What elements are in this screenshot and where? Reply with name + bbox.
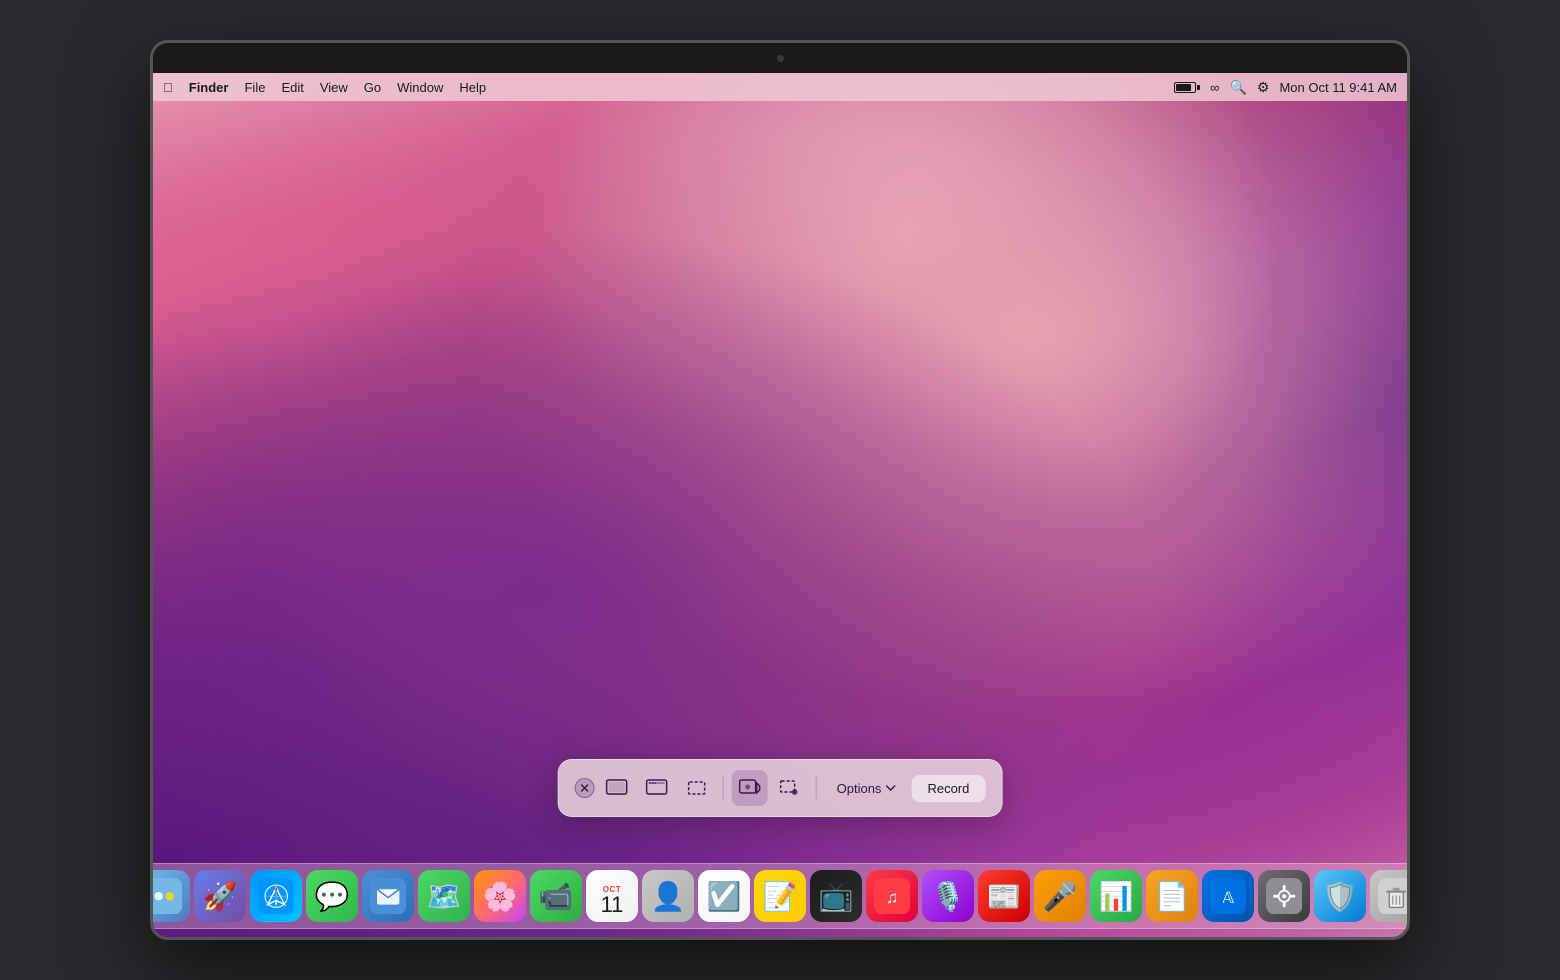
dock-icon-launchpad[interactable]: 🚀 <box>194 870 246 922</box>
dock-icon-system-preferences[interactable] <box>1258 870 1310 922</box>
svg-text:𝔸: 𝔸 <box>1222 890 1233 907</box>
svg-text:♫: ♫ <box>886 888 899 907</box>
datetime-display: Mon Oct 11 9:41 AM <box>1279 80 1397 95</box>
dock-icon-maps[interactable]: 🗺️ <box>418 870 470 922</box>
dock-icon-notes[interactable]: 📝 <box>754 870 806 922</box>
dock-icon-facetime[interactable]: 📹 <box>530 870 582 922</box>
dock-icon-finder[interactable] <box>153 870 190 922</box>
dock-icon-keynote[interactable]: 🎤 <box>1034 870 1086 922</box>
go-menu[interactable]: Go <box>364 80 381 95</box>
mac-frame:  Finder File Edit View Go Window Help ∞… <box>150 40 1410 940</box>
screenshot-toolbar: Options Record <box>558 759 1003 817</box>
dock-icon-reminders[interactable]: ☑️ <box>698 870 750 922</box>
dock-icon-photos[interactable]: 🌸 <box>474 870 526 922</box>
dock-icon-adguard[interactable]: 🛡️ <box>1314 870 1366 922</box>
dock-icon-numbers[interactable]: 📊 <box>1090 870 1142 922</box>
camera <box>777 55 784 62</box>
dock-icon-news[interactable]: 📰 <box>978 870 1030 922</box>
dock-icon-calendar[interactable]: OCT 11 <box>586 870 638 922</box>
wifi-icon: ∞ <box>1210 80 1219 95</box>
battery-indicator <box>1174 82 1200 93</box>
options-button[interactable]: Options <box>825 775 908 802</box>
record-fullscreen-button[interactable] <box>732 770 768 806</box>
dock: 🚀 💬 <box>153 863 1407 929</box>
dock-icon-appstore[interactable]: 𝔸 <box>1202 870 1254 922</box>
record-label: Record <box>927 781 969 796</box>
search-icon[interactable]: 🔍 <box>1229 79 1246 96</box>
menubar-left:  Finder File Edit View Go Window Help <box>163 80 1174 95</box>
toolbar-divider-1 <box>723 776 724 800</box>
finder-menu[interactable]: Finder <box>189 80 229 95</box>
record-button[interactable]: Record <box>911 775 985 802</box>
dock-icon-pages[interactable]: 📄 <box>1146 870 1198 922</box>
toolbar-divider-2 <box>816 776 817 800</box>
screen:  Finder File Edit View Go Window Help ∞… <box>153 73 1407 937</box>
dock-icon-messages[interactable]: 💬 <box>306 870 358 922</box>
capture-selection-button[interactable] <box>679 770 715 806</box>
capture-window-button[interactable] <box>639 770 675 806</box>
capture-fullscreen-button[interactable] <box>599 770 635 806</box>
apple-menu[interactable]:  <box>163 80 173 95</box>
window-menu[interactable]: Window <box>397 80 443 95</box>
dock-icon-trash[interactable] <box>1370 870 1407 922</box>
record-selection-button[interactable] <box>772 770 808 806</box>
options-label: Options <box>837 781 882 796</box>
edit-menu[interactable]: Edit <box>281 80 303 95</box>
dock-icon-music[interactable]: ♫ <box>866 870 918 922</box>
close-button[interactable] <box>575 778 595 798</box>
dock-icon-mail[interactable] <box>362 870 414 922</box>
mac-bezel <box>153 43 1407 73</box>
control-center-icon[interactable]: ⚙ <box>1257 79 1270 96</box>
dock-icon-podcasts[interactable]: 🎙️ <box>922 870 974 922</box>
menubar:  Finder File Edit View Go Window Help ∞… <box>153 73 1407 101</box>
file-menu[interactable]: File <box>244 80 265 95</box>
view-menu[interactable]: View <box>320 80 348 95</box>
dock-icon-appletv[interactable]: 📺 <box>810 870 862 922</box>
help-menu[interactable]: Help <box>459 80 486 95</box>
dock-icon-safari[interactable] <box>250 870 302 922</box>
dock-icon-contacts[interactable]: 👤 <box>642 870 694 922</box>
calendar-day: 11 <box>601 894 624 916</box>
menubar-right: ∞ 🔍 ⚙ Mon Oct 11 9:41 AM <box>1174 79 1397 96</box>
